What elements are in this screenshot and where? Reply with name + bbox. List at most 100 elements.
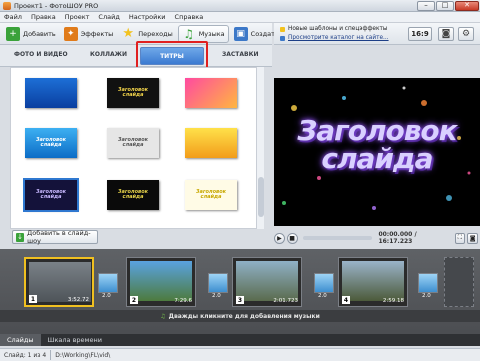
title-thumb-6[interactable] xyxy=(185,128,237,158)
player-controls: ▶ ■ 00:00.000 / 16:17.223 ⛶ ◙ xyxy=(274,231,480,245)
right-top-panel: Новые шаблоны и спецэффекты Просмотрите … xyxy=(274,23,480,45)
fullscreen-icon[interactable]: ⛶ xyxy=(454,232,466,244)
transitions-label: Переходы xyxy=(138,29,173,38)
close-button[interactable]: ✕ xyxy=(455,0,479,11)
menu-file[interactable]: Файл xyxy=(4,13,22,21)
add-to-slideshow-button[interactable]: ↓ Добавить в слайд-шоу xyxy=(12,229,98,245)
titles-gallery: Заголовок слайда Заголовок слайда Заголо… xyxy=(10,67,264,229)
empty-slide-slot[interactable] xyxy=(444,257,474,307)
transition-1-duration: 2.0 xyxy=(102,293,111,299)
menu-bar: Файл Правка Проект Слайд Настройки Справ… xyxy=(0,12,480,23)
menu-slide[interactable]: Слайд xyxy=(98,13,119,21)
catalog-icon xyxy=(280,35,285,41)
window-title: Проект1 - ФотоШОУ PRO xyxy=(14,1,99,10)
slide-2-number: 2 xyxy=(130,296,138,304)
slide-4-number: 4 xyxy=(342,296,350,304)
transitions-icon: ★ xyxy=(122,26,135,41)
title-thumb-3[interactable] xyxy=(185,78,237,108)
title-thumb-9[interactable]: Заголовок слайда xyxy=(185,180,237,210)
news-line[interactable]: Новые шаблоны и спецэффекты xyxy=(280,26,387,32)
slide-1-number: 1 xyxy=(29,295,37,303)
slide-3-photo xyxy=(236,261,298,301)
status-separator xyxy=(50,350,52,360)
camera-snapshot-icon[interactable]: ◙ xyxy=(467,232,479,244)
add-label: Добавить xyxy=(23,29,56,38)
slide-3-number: 3 xyxy=(236,296,244,304)
transition-2[interactable] xyxy=(208,273,228,293)
news-text: Новые шаблоны и спецэффекты xyxy=(288,26,388,32)
title-thumb-7[interactable]: Заголовок слайда xyxy=(23,178,79,212)
slide-1-duration: 3:52.72 xyxy=(67,297,89,303)
stop-icon[interactable]: ■ xyxy=(286,232,298,244)
gallery-scrollbar[interactable] xyxy=(256,67,264,229)
maximize-button[interactable]: □ xyxy=(436,0,454,11)
slide-2-duration: 7:29.6 xyxy=(174,298,192,304)
transitions-button[interactable]: ★ Переходы xyxy=(118,25,175,43)
scrollbar-thumb[interactable] xyxy=(258,177,264,217)
menu-settings[interactable]: Настройки xyxy=(129,13,166,21)
gear-icon[interactable]: ⚙ xyxy=(458,27,474,41)
transition-2-duration: 2.0 xyxy=(212,293,221,299)
slide-count: Слайд: 1 из 4 xyxy=(4,351,47,359)
camera-icon[interactable]: ◙ xyxy=(438,27,454,41)
timeline: 1 3:52.72 2.0 2 7:29.6 2.0 3 2:01.723 2.… xyxy=(0,249,480,341)
play-icon[interactable]: ▶ xyxy=(274,232,285,244)
music-note-icon: ♫ xyxy=(160,312,166,320)
transition-1[interactable] xyxy=(98,273,118,293)
add-to-slideshow-label: Добавить в слайд-шоу xyxy=(27,229,91,245)
title-thumb-8[interactable]: Заголовок слайда xyxy=(107,180,159,210)
menu-edit[interactable]: Правка xyxy=(31,13,56,21)
effects-icon: ✦ xyxy=(63,26,78,41)
slide-1[interactable]: 1 3:52.72 xyxy=(24,257,94,307)
effects-button[interactable]: ✦ Эффекты xyxy=(61,25,117,43)
add-button[interactable]: + Добавить xyxy=(3,25,59,43)
highlight-frame xyxy=(136,41,208,69)
title-thumb-5[interactable]: Заголовок слайда xyxy=(107,128,159,158)
tab-collages[interactable]: КОЛЛАЖИ xyxy=(90,51,127,58)
transition-4-duration: 2.0 xyxy=(422,293,431,299)
star-icon xyxy=(280,26,285,32)
tab-screensavers[interactable]: ЗАСТАВКИ xyxy=(222,51,259,58)
slide-4-photo xyxy=(342,261,404,301)
slide-2-photo xyxy=(130,261,192,301)
transition-3-duration: 2.0 xyxy=(318,293,327,299)
app-icon xyxy=(3,1,11,10)
transition-3[interactable] xyxy=(314,273,334,293)
catalog-link[interactable]: Просмотрите каталог на сайте... xyxy=(280,35,389,41)
create-icon: ▣ xyxy=(233,26,248,41)
audio-hint: Дважды кликните для добавления музыки xyxy=(168,312,320,320)
project-path: D:\Working\FL\vid\ xyxy=(55,351,111,359)
plus-icon: + xyxy=(6,26,20,41)
tab-photo-video[interactable]: ФОТО И ВИДЕО xyxy=(14,51,68,58)
catalog-text: Просмотрите каталог на сайте... xyxy=(288,35,389,41)
title-thumb-2[interactable]: Заголовок слайда xyxy=(107,78,159,108)
status-bar: Слайд: 1 из 4 D:\Working\FL\vid\ xyxy=(0,348,480,361)
seek-bar[interactable] xyxy=(302,236,373,240)
slide-1-photo xyxy=(29,262,91,302)
menu-help[interactable]: Справка xyxy=(175,13,204,21)
audio-track[interactable]: ♫ Дважды кликните для добавления музыки xyxy=(0,310,480,322)
music-button[interactable]: ♫ Музыка xyxy=(177,24,229,43)
music-note-icon: ♫ xyxy=(183,26,195,41)
slide-4-duration: 2:59.18 xyxy=(382,298,404,304)
title-thumb-1[interactable] xyxy=(25,78,77,108)
slide-4[interactable]: 4 2:59.18 xyxy=(338,257,408,307)
view-tabs: Слайды Шкала времени xyxy=(0,334,480,346)
arrow-down-icon: ↓ xyxy=(16,232,25,242)
title-thumb-4[interactable]: Заголовок слайда xyxy=(25,128,77,158)
preview-title-line2: слайда xyxy=(321,142,433,175)
slide-3-duration: 2:01.723 xyxy=(273,298,298,304)
transition-4[interactable] xyxy=(418,273,438,293)
minimize-button[interactable]: – xyxy=(417,0,435,11)
tab-timeline[interactable]: Шкала времени xyxy=(41,334,109,346)
title-bar: Проект1 - ФотоШОУ PRO – □ ✕ xyxy=(0,0,480,12)
slide-2[interactable]: 2 7:29.6 xyxy=(126,257,196,307)
effects-label: Эффекты xyxy=(80,29,114,38)
music-label: Музыка xyxy=(198,29,225,38)
timecode: 00:00.000 / 16:17.223 xyxy=(378,231,417,245)
preview-area: Заголовок слайда xyxy=(274,78,480,226)
slide-3[interactable]: 3 2:01.723 xyxy=(232,257,302,307)
aspect-ratio-button[interactable]: 16:9 xyxy=(408,27,432,41)
menu-project[interactable]: Проект xyxy=(65,13,90,21)
tab-slides[interactable]: Слайды xyxy=(0,334,41,346)
